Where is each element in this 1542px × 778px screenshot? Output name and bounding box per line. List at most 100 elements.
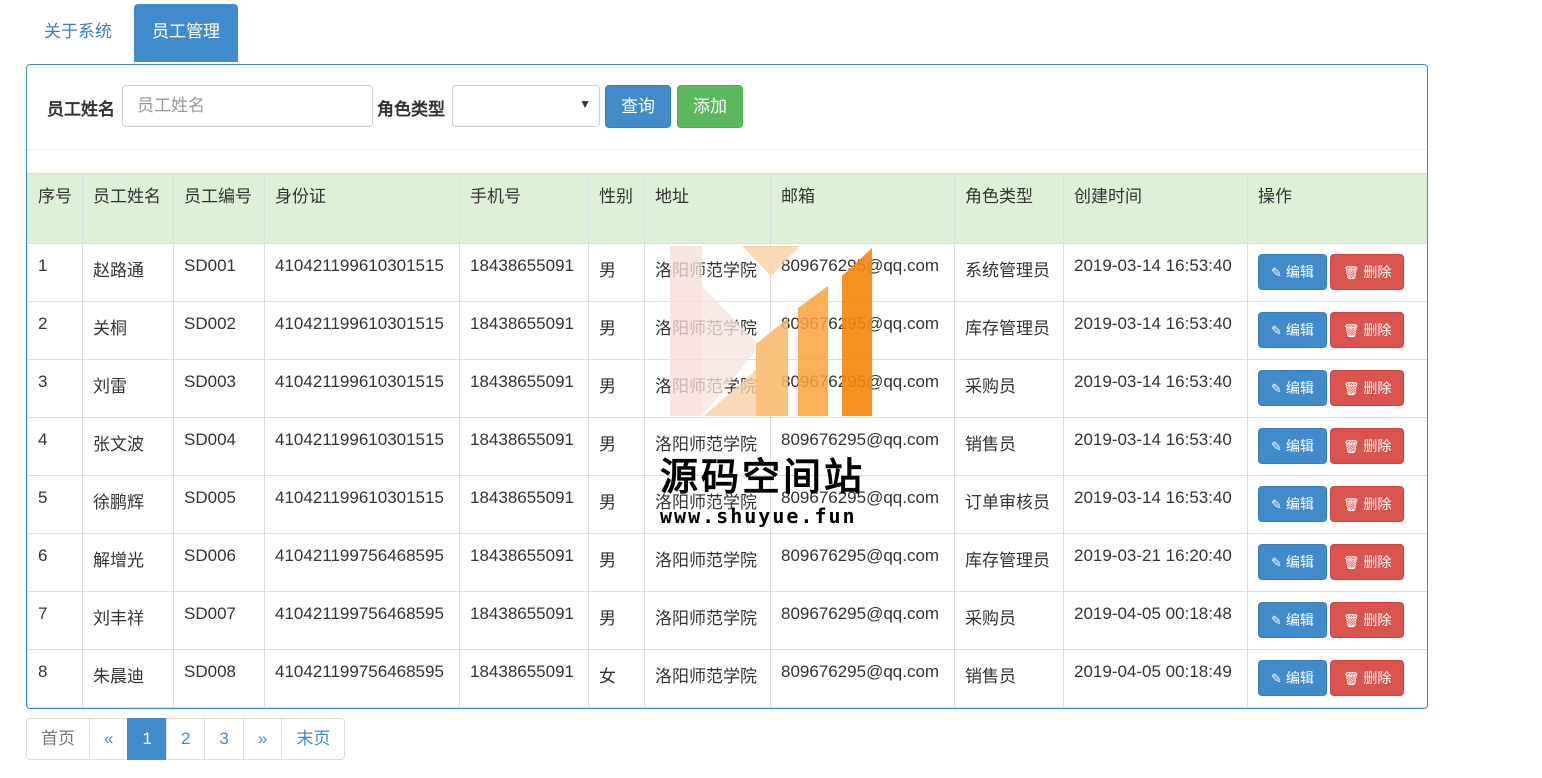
cell-gender: 男	[588, 359, 645, 418]
edit-button[interactable]: ✎ 编辑	[1258, 486, 1327, 522]
cell-index: 3	[27, 359, 83, 418]
employee-name-input[interactable]: 员工姓名	[122, 85, 373, 127]
last-page-link[interactable]: 末页	[281, 718, 346, 760]
pencil-icon: ✎	[1271, 497, 1282, 512]
cell-role: 库存管理员	[954, 533, 1064, 592]
cell-role: 系统管理员	[954, 243, 1064, 302]
cell-id-card: 410421199610301515	[264, 475, 460, 534]
col-header-phone: 手机号	[459, 173, 589, 244]
edit-button[interactable]: ✎ 编辑	[1258, 660, 1327, 696]
cell-phone: 18438655091	[459, 475, 589, 534]
cell-gender: 男	[588, 301, 645, 360]
col-header-role: 角色类型	[954, 173, 1064, 244]
cell-name: 刘雷	[82, 359, 174, 418]
cell-address: 洛阳师范学院	[644, 591, 771, 650]
cell-role: 订单审核员	[954, 475, 1064, 534]
delete-button[interactable]: 🗑 删除	[1329, 660, 1405, 696]
cell-email: 809676295@qq.com	[770, 649, 955, 708]
cell-actions: ✎ 编辑 🗑 删除	[1247, 243, 1427, 302]
cell-email: 809676295@qq.com	[770, 301, 955, 360]
edit-button[interactable]: ✎ 编辑	[1258, 254, 1327, 290]
role-type-select[interactable]: ▼	[452, 85, 600, 127]
edit-label: 编辑	[1285, 322, 1314, 338]
trash-icon: 🗑	[1342, 497, 1360, 512]
cell-email: 809676295@qq.com	[770, 475, 955, 534]
add-button[interactable]: 添加	[677, 85, 743, 128]
first-page-link[interactable]: 首页	[26, 718, 90, 760]
cell-role: 采购员	[954, 591, 1064, 650]
col-header-id-card: 身份证	[264, 173, 460, 244]
delete-button[interactable]: 🗑 删除	[1329, 544, 1405, 580]
cell-index: 8	[27, 649, 83, 708]
cell-phone: 18438655091	[459, 591, 589, 650]
cell-code: SD002	[173, 301, 265, 360]
cell-actions: ✎ 编辑 🗑 删除	[1247, 475, 1427, 534]
cell-code: SD006	[173, 533, 265, 592]
delete-label: 删除	[1363, 670, 1392, 686]
cell-name: 赵路通	[82, 243, 174, 302]
search-toolbar: 员工姓名 员工姓名 角色类型 ▼ 查询 添加	[27, 65, 1427, 150]
page-link-2[interactable]: 2	[165, 718, 206, 760]
edit-button[interactable]: ✎ 编辑	[1258, 370, 1327, 406]
cell-name: 解增光	[82, 533, 174, 592]
edit-button[interactable]: ✎ 编辑	[1258, 312, 1327, 348]
cell-created: 2019-03-14 16:53:40	[1063, 417, 1248, 476]
cell-actions: ✎ 编辑 🗑 删除	[1247, 417, 1427, 476]
pencil-icon: ✎	[1271, 671, 1282, 686]
delete-button[interactable]: 🗑 删除	[1329, 486, 1405, 522]
cell-name: 刘丰祥	[82, 591, 174, 650]
cell-id-card: 410421199756468595	[264, 591, 460, 650]
edit-label: 编辑	[1285, 670, 1314, 686]
employee-panel: 员工姓名 员工姓名 角色类型 ▼ 查询 添加 序号 员工姓名 员工编号 身份证 …	[26, 64, 1428, 709]
trash-icon: 🗑	[1342, 439, 1360, 454]
cell-email: 809676295@qq.com	[770, 417, 955, 476]
pencil-icon: ✎	[1271, 555, 1282, 570]
delete-button[interactable]: 🗑 删除	[1329, 254, 1405, 290]
cell-created: 2019-03-14 16:53:40	[1063, 301, 1248, 360]
trash-icon: 🗑	[1342, 381, 1360, 396]
cell-address: 洛阳师范学院	[644, 417, 771, 476]
edit-label: 编辑	[1285, 380, 1314, 396]
cell-created: 2019-03-14 16:53:40	[1063, 475, 1248, 534]
edit-button[interactable]: ✎ 编辑	[1258, 428, 1327, 464]
page-link-3[interactable]: 3	[204, 718, 244, 760]
delete-label: 删除	[1363, 322, 1392, 338]
cell-code: SD008	[173, 649, 265, 708]
edit-button[interactable]: ✎ 编辑	[1258, 544, 1327, 580]
tab-about-system[interactable]: 关于系统	[28, 4, 128, 62]
delete-button[interactable]: 🗑 删除	[1329, 312, 1405, 348]
cell-email: 809676295@qq.com	[770, 243, 955, 302]
employee-name-label: 员工姓名	[47, 100, 115, 119]
query-button[interactable]: 查询	[605, 85, 671, 128]
cell-actions: ✎ 编辑 🗑 删除	[1247, 359, 1427, 418]
delete-button[interactable]: 🗑 删除	[1329, 602, 1405, 638]
cell-created: 2019-03-14 16:53:40	[1063, 359, 1248, 418]
cell-gender: 女	[588, 649, 645, 708]
col-header-index: 序号	[27, 173, 83, 244]
cell-created: 2019-04-05 00:18:49	[1063, 649, 1248, 708]
cell-id-card: 410421199756468595	[264, 533, 460, 592]
page-link-1[interactable]: 1	[127, 718, 167, 760]
cell-email: 809676295@qq.com	[770, 533, 955, 592]
close-icon[interactable]: ✖	[221, 0, 234, 4]
pagination: 首页 « 1 2 3 » 末页	[26, 718, 346, 760]
cell-gender: 男	[588, 417, 645, 476]
delete-button[interactable]: 🗑 删除	[1329, 428, 1405, 464]
cell-email: 809676295@qq.com	[770, 591, 955, 650]
cell-address: 洛阳师范学院	[644, 533, 771, 592]
table-header-row: 序号 员工姓名 员工编号 身份证 手机号 性别 地址 邮箱 角色类型 创建时间 …	[27, 173, 1427, 244]
table-row: 7 刘丰祥 SD007 410421199756468595 18438655091 男洛…	[27, 591, 1427, 650]
tab-employee-management[interactable]: 员工管理 ✖	[134, 0, 238, 62]
cell-name: 徐鹏辉	[82, 475, 174, 534]
prev-page-link[interactable]: «	[89, 718, 129, 760]
next-page-link[interactable]: »	[242, 718, 283, 760]
col-header-created: 创建时间	[1063, 173, 1248, 244]
edit-label: 编辑	[1285, 264, 1314, 280]
cell-index: 1	[27, 243, 83, 302]
cell-phone: 18438655091	[459, 301, 589, 360]
edit-button[interactable]: ✎ 编辑	[1258, 602, 1327, 638]
delete-button[interactable]: 🗑 删除	[1329, 370, 1405, 406]
cell-address: 洛阳师范学院	[644, 649, 771, 708]
delete-label: 删除	[1363, 380, 1392, 396]
cell-id-card: 410421199610301515	[264, 301, 460, 360]
